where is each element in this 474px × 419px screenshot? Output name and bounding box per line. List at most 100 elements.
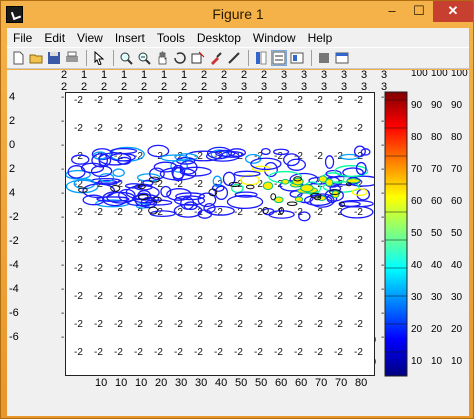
- top-tick-label: 1: [181, 70, 187, 81]
- menu-help[interactable]: Help: [302, 31, 339, 45]
- plot-tick-label: -2: [214, 291, 223, 302]
- menu-window[interactable]: Window: [247, 31, 302, 45]
- colorbar-tick-label: 90: [431, 100, 443, 111]
- colorbar-tick-label: 60: [451, 196, 463, 207]
- top-tick-label: 3: [301, 70, 307, 81]
- plot-tick-label: -2: [74, 235, 83, 246]
- x-axis-tick-label: 10: [135, 377, 147, 389]
- plot-tick-label: -2: [254, 207, 263, 218]
- minimize-button[interactable]: –: [379, 1, 405, 22]
- colorbar-tick-label: 30: [411, 292, 423, 303]
- link-icon[interactable]: [226, 50, 242, 66]
- new-figure-icon[interactable]: [10, 50, 26, 66]
- select-arrow-icon[interactable]: [91, 50, 107, 66]
- plot-tick-label: -2: [294, 95, 303, 106]
- plot-tick-label: -2: [94, 319, 103, 330]
- title-bar[interactable]: Figure 1 – ☐ ✕: [1, 1, 474, 28]
- plot-tick-label: -2: [214, 319, 223, 330]
- plot-tick-label: -2: [114, 235, 123, 246]
- figure-canvas[interactable]: 211111122223333332222222233333333342024-…: [7, 70, 469, 416]
- menu-tools[interactable]: Tools: [151, 31, 191, 45]
- plot-tick-label: -2: [74, 263, 83, 274]
- plot-tick-label: -2: [234, 347, 243, 358]
- contour-line-dark: [245, 184, 255, 190]
- plot-tick-label: -2: [354, 235, 363, 246]
- figure-window: Figure 1 – ☐ ✕ File Edit View Insert Too…: [0, 0, 474, 419]
- brush-icon[interactable]: [208, 50, 224, 66]
- plot-tick-label: -2: [194, 179, 203, 190]
- left-tick-label: 0: [9, 139, 15, 151]
- plot-tick-label: -2: [154, 347, 163, 358]
- open-file-icon[interactable]: [28, 50, 44, 66]
- contour-peak: [300, 184, 314, 193]
- plot-tick-label: -2: [194, 235, 203, 246]
- plot-tick-label: -2: [354, 123, 363, 134]
- colorbar-tick-label: 20: [431, 324, 443, 335]
- colorbar-tick-label: 10: [411, 356, 423, 367]
- colorbar-tick-label: 20: [451, 324, 463, 335]
- contour-line: [101, 191, 128, 207]
- menu-view[interactable]: View: [71, 31, 109, 45]
- top-tick-label: 2: [61, 70, 67, 81]
- save-icon[interactable]: [46, 50, 62, 66]
- left-tick-label: 2: [9, 115, 15, 127]
- colorbar-tick-label: 80: [411, 132, 423, 143]
- top-tick-label: 1: [81, 70, 87, 81]
- plot-tick-label: -2: [154, 319, 163, 330]
- plot-tick-label: -2: [274, 347, 283, 358]
- print-icon[interactable]: [64, 50, 80, 66]
- close-button[interactable]: ✕: [433, 1, 473, 22]
- top-tick-label: 2: [261, 70, 267, 81]
- plot-tick-label: -2: [314, 123, 323, 134]
- plot-tick-label: -2: [94, 347, 103, 358]
- plot-tick-label: -2: [274, 123, 283, 134]
- x-axis-tick-label: 40: [215, 377, 227, 389]
- plot-tick-label: -2: [174, 291, 183, 302]
- plot-tick-label: -2: [254, 95, 263, 106]
- dock-icon[interactable]: [334, 50, 350, 66]
- x-axis-tick-label: 70: [335, 377, 347, 389]
- top-tick-label: 2: [241, 70, 247, 81]
- contour-plot-area[interactable]: -2 -2 -2 -2 -2 -2 -2 -2 -2 -2 -2 -2 -2 -2 -2 -2 -2 -2 -2 -2…: [65, 92, 381, 376]
- plot-tick-label: -2: [334, 151, 343, 162]
- plot-tick-label: -2: [234, 291, 243, 302]
- plot-tick-label: -2: [134, 291, 143, 302]
- left-tick-label: 4: [9, 91, 15, 103]
- zoom-out-icon[interactable]: [136, 50, 152, 66]
- menu-desktop[interactable]: Desktop: [191, 31, 247, 45]
- plot-tick-label: -2: [94, 235, 103, 246]
- colorbar-icon[interactable]: [253, 50, 269, 66]
- plot-tick-label: -2: [174, 347, 183, 358]
- x-axis-tick-label: 30: [175, 377, 187, 389]
- plot-tick-label: -2: [314, 151, 323, 162]
- left-tick-label: -6: [9, 331, 19, 343]
- top-tick-label: 2: [201, 70, 207, 81]
- colorbar-tick-label: 40: [451, 260, 463, 271]
- plot-tick-label: -2: [254, 319, 263, 330]
- zoom-in-icon[interactable]: [118, 50, 134, 66]
- plot-tick-label: -2: [334, 319, 343, 330]
- plot-tick-label: -2: [74, 347, 83, 358]
- plot-tick-label: -2: [154, 123, 163, 134]
- menu-file[interactable]: File: [7, 31, 38, 45]
- plot-tick-label: -2: [74, 291, 83, 302]
- show-plot-tools-icon[interactable]: [316, 50, 332, 66]
- data-cursor-icon[interactable]: [190, 50, 206, 66]
- hide-plot-tools-icon[interactable]: [289, 50, 305, 66]
- pan-hand-icon[interactable]: [154, 50, 170, 66]
- plot-tick-label: -2: [134, 347, 143, 358]
- menu-edit[interactable]: Edit: [38, 31, 71, 45]
- plot-tick-label: -2: [194, 263, 203, 274]
- colorbar-tick-label: 80: [451, 132, 463, 143]
- left-tick-label: 4: [9, 187, 15, 199]
- x-axis-tick-label: 20: [155, 377, 167, 389]
- legend-icon[interactable]: [271, 50, 287, 66]
- plot-tick-label: -2: [174, 95, 183, 106]
- plot-tick-label: -2: [114, 291, 123, 302]
- colorbar-tick-label: 30: [431, 292, 443, 303]
- menu-insert[interactable]: Insert: [109, 31, 151, 45]
- colorbar-gradient: [384, 91, 408, 377]
- contour-line: [250, 157, 282, 171]
- maximize-button[interactable]: ☐: [406, 1, 432, 22]
- rotate-3d-icon[interactable]: [172, 50, 188, 66]
